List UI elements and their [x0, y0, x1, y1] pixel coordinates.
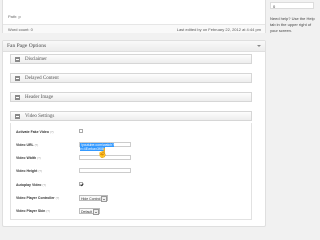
help-icon[interactable]: (?)	[38, 169, 42, 173]
video-height-input[interactable]	[79, 168, 131, 173]
section-label: Delayed Content	[25, 76, 59, 81]
help-icon[interactable]: (?)	[37, 156, 41, 160]
section-label: Header Image	[25, 95, 54, 100]
chevron-down-icon	[93, 209, 100, 215]
video-player-controller-row: Video Player Controller (?)	[16, 196, 59, 200]
video-player-skin-label: Video Player Skin	[16, 209, 46, 213]
help-icon[interactable]: (?)	[35, 143, 39, 147]
section-label: Disclaimer	[25, 57, 47, 62]
video-height-row: Video Height (?)	[16, 169, 42, 173]
video-width-label: Video Width	[16, 156, 37, 160]
video-player-controller-value: Hide Control	[81, 196, 101, 201]
section-video-settings[interactable]: Video Settings	[10, 111, 252, 121]
activate-fake-video-row: Activate Fake Video (?)	[16, 130, 54, 134]
video-player-skin-value: Default	[81, 209, 93, 214]
video-url-label: Video URL	[16, 143, 34, 147]
autoplay-video-label: Autoplay Video	[16, 183, 42, 187]
help-icon[interactable]: (?)	[42, 183, 46, 187]
video-player-skin-row: Video Player Skin (?)	[16, 209, 50, 213]
section-header-image[interactable]: Header Image	[10, 92, 252, 102]
collapse-arrow-icon[interactable]	[257, 45, 261, 47]
activate-fake-video-checkbox[interactable]	[79, 129, 83, 133]
editor-path: Path: p	[8, 14, 21, 19]
autoplay-video-checkbox[interactable]	[79, 182, 83, 186]
section-disclaimer[interactable]: Disclaimer	[10, 54, 252, 64]
video-url-input[interactable]: /youtube.com/watch?v=4Ewfozx3f08	[79, 142, 131, 151]
minus-square-icon	[15, 95, 20, 100]
section-delayed-content[interactable]: Delayed Content	[10, 73, 252, 83]
video-settings-panel: Activate Fake Video (?) Video URL (?) /y…	[10, 123, 252, 220]
activate-fake-video-label: Activate Fake Video	[16, 130, 50, 134]
chevron-down-icon	[101, 196, 108, 202]
word-count: Word count: 0	[8, 27, 33, 32]
fan-page-options-title: Fan Page Options	[7, 43, 47, 49]
video-player-controller-select[interactable]: Hide Control	[79, 195, 109, 202]
sidebar-help-text: Need help? Use the Help tab in the upper…	[270, 16, 315, 33]
last-edited: Last edited by on February 22, 2012 at 4…	[176, 27, 261, 32]
video-url-row: Video URL (?)	[16, 143, 38, 147]
video-height-label: Video Height	[16, 169, 38, 173]
video-player-controller-label: Video Player Controller	[16, 196, 55, 200]
hand-cursor-icon: ☝	[97, 148, 109, 158]
editor-status-bar: Word count: 0 Last edited by on February…	[3, 24, 265, 33]
editor-area[interactable]: Path: p Word count: 0 Last edited by on …	[2, 0, 266, 33]
fan-page-options-header[interactable]: Fan Page Options	[3, 41, 265, 52]
minus-square-icon	[15, 57, 20, 62]
video-player-skin-select[interactable]: Default	[79, 208, 101, 215]
video-width-row: Video Width (?)	[16, 156, 41, 160]
help-icon[interactable]: (?)	[46, 209, 50, 213]
help-icon[interactable]: (?)	[56, 196, 60, 200]
minus-square-icon	[15, 114, 20, 119]
minus-square-icon	[15, 76, 20, 81]
autoplay-video-row: Autoplay Video (?)	[16, 183, 46, 187]
sidebar-input[interactable]: 0	[270, 2, 314, 9]
help-icon[interactable]: (?)	[50, 130, 54, 134]
section-label: Video Settings	[25, 114, 55, 119]
